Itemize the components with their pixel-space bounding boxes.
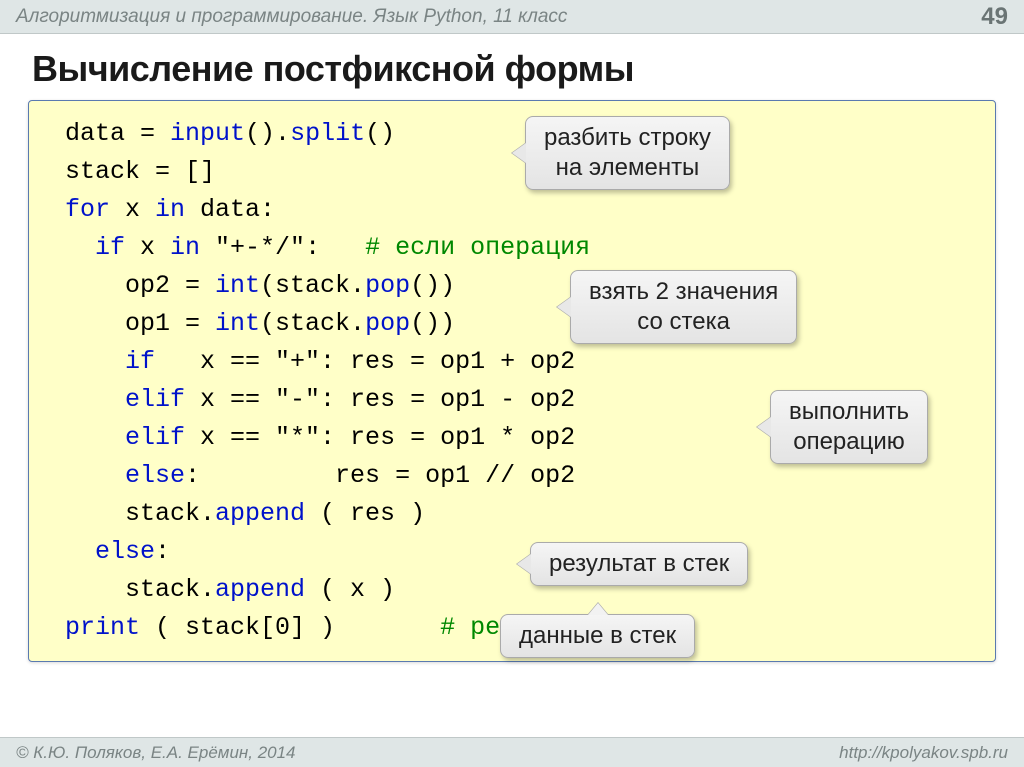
- code-block: data = input().split() stack = [] for x …: [28, 100, 996, 662]
- code-line-6: op1 = int(stack.pop()): [65, 309, 455, 338]
- slide-title: Вычисление постфиксной формы: [0, 34, 1024, 100]
- footer-copyright: © К.Ю. Поляков, Е.А. Ерёмин, 2014: [16, 743, 296, 763]
- code-line-7: if x == "+": res = op1 + op2: [65, 347, 575, 376]
- code-line-3: for x in data:: [65, 195, 275, 224]
- callout-split-string: разбить строку на элементы: [525, 116, 730, 190]
- code-line-13: stack.append ( x ): [65, 575, 395, 604]
- callout-data-to-stack: данные в стек: [500, 614, 695, 658]
- header-title: Алгоритмизация и программирование. Язык …: [16, 6, 567, 28]
- footer-url: http://kpolyakov.spb.ru: [839, 743, 1008, 763]
- callout-do-operation: выполнить операцию: [770, 390, 928, 464]
- code-line-12: else:: [65, 537, 170, 566]
- code-line-10: else: res = op1 // op2: [65, 461, 575, 490]
- code-line-1: data = input().split(): [65, 119, 395, 148]
- page-number: 49: [981, 3, 1008, 31]
- callout-result-to-stack: результат в стек: [530, 542, 748, 586]
- code-line-2: stack = []: [65, 157, 215, 186]
- code-line-9: elif x == "*": res = op1 * op2: [65, 423, 575, 452]
- header-bar: Алгоритмизация и программирование. Язык …: [0, 0, 1024, 34]
- footer: © К.Ю. Поляков, Е.А. Ерёмин, 2014 http:/…: [0, 737, 1024, 767]
- callout-pop-values: взять 2 значения со стека: [570, 270, 797, 344]
- code-line-8: elif x == "-": res = op1 - op2: [65, 385, 575, 414]
- code-line-4: if x in "+-*/": # если операция: [65, 233, 590, 262]
- code-line-11: stack.append ( res ): [65, 499, 425, 528]
- code-line-5: op2 = int(stack.pop()): [65, 271, 455, 300]
